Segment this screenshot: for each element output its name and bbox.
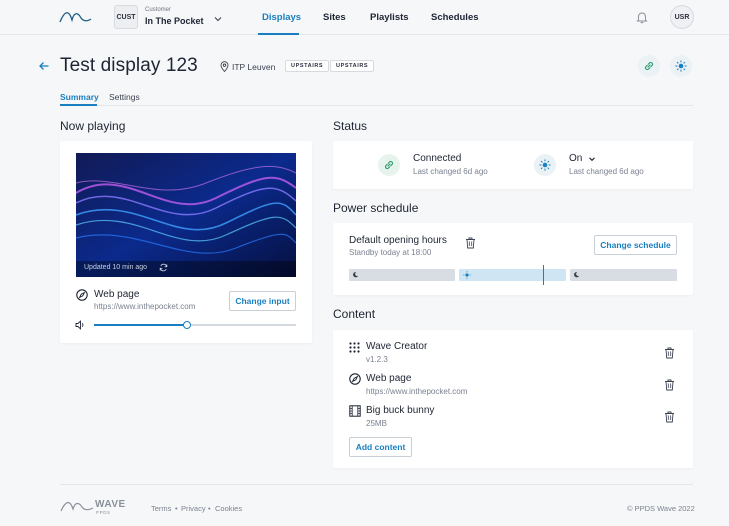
nav-displays[interactable]: Displays [262, 12, 301, 23]
power-schedule-heading: Power schedule [333, 201, 419, 215]
chevron-down-icon[interactable] [588, 155, 596, 163]
footer-link-terms[interactable]: Terms [151, 504, 171, 513]
footer-link-privacy[interactable]: Privacy [181, 504, 206, 513]
sun-icon [675, 60, 687, 72]
tabs-divider [60, 105, 693, 106]
content-item-sub: https://www.inthepocket.com [366, 387, 468, 396]
top-navigation-bar [0, 0, 729, 35]
schedule-now-marker [543, 265, 544, 285]
schedule-standby-info: Standby today at 18:00 [349, 248, 432, 257]
customer-label: Customer [145, 7, 172, 13]
user-avatar[interactable]: USR [670, 5, 694, 29]
link-icon [384, 160, 394, 170]
trash-icon[interactable] [465, 237, 476, 249]
film-icon [349, 405, 361, 417]
now-playing-heading: Now playing [60, 119, 126, 133]
footer-divider [60, 484, 693, 485]
link-button[interactable] [638, 55, 660, 77]
wave-artwork [76, 153, 296, 277]
sun-icon [463, 271, 471, 279]
trash-icon[interactable] [664, 379, 675, 391]
customer-name[interactable]: In The Pocket [145, 16, 204, 26]
volume-icon[interactable] [75, 320, 86, 330]
schedule-standby-segment[interactable] [570, 269, 677, 281]
tag-badge: UPSTAIRS [285, 60, 330, 72]
tab-active-indicator [60, 104, 97, 106]
link-icon [644, 61, 654, 71]
trash-icon[interactable] [664, 347, 675, 359]
power-state-dropdown[interactable]: On [569, 153, 582, 164]
connection-status: Connected [413, 153, 462, 164]
change-input-button[interactable]: Change input [229, 291, 296, 311]
grid-icon [349, 342, 360, 353]
content-item-sub: 25MB [366, 419, 387, 428]
power-last-changed: Last changed 6d ago [569, 167, 644, 176]
schedule-on-segment[interactable] [459, 269, 566, 281]
content-item-name[interactable]: Wave Creator [366, 341, 427, 352]
footer-separator: • [175, 504, 178, 513]
schedule-name: Default opening hours [349, 235, 447, 246]
footer-separator: • [208, 504, 211, 513]
change-schedule-button[interactable]: Change schedule [594, 235, 677, 255]
moon-icon [574, 271, 580, 278]
wave-logo [60, 501, 94, 512]
volume-slider-fill [94, 324, 187, 326]
refresh-icon[interactable] [159, 263, 168, 272]
updated-timestamp: Updated 10 min ago [84, 264, 148, 271]
power-status-icon-wrap [534, 154, 556, 176]
nav-active-indicator [258, 33, 299, 35]
trash-icon[interactable] [664, 411, 675, 423]
power-button[interactable] [670, 55, 692, 77]
location-label: ITP Leuven [232, 62, 276, 72]
connection-status-icon-wrap [378, 154, 400, 176]
add-content-button[interactable]: Add content [349, 437, 412, 457]
back-arrow-icon[interactable] [38, 60, 50, 72]
input-url: https://www.inthepocket.com [94, 302, 196, 311]
compass-icon [76, 289, 88, 301]
tab-settings[interactable]: Settings [109, 92, 140, 102]
wave-logo[interactable] [59, 8, 92, 26]
content-item-name[interactable]: Big buck bunny [366, 405, 434, 416]
content-item-sub: v1.2.3 [366, 355, 388, 364]
nav-sites[interactable]: Sites [323, 12, 346, 23]
tag-badge: UPSTAIRS [330, 60, 375, 72]
preview-image [76, 153, 296, 277]
footer-brand-sub: PPDS [96, 510, 111, 515]
connection-last-changed: Last changed 6d ago [413, 167, 488, 176]
page-title: Test display 123 [60, 55, 198, 76]
chevron-down-icon[interactable] [214, 15, 222, 23]
content-item-name[interactable]: Web page [366, 373, 411, 384]
nav-playlists[interactable]: Playlists [370, 12, 409, 23]
bell-icon[interactable] [635, 10, 649, 24]
status-heading: Status [333, 119, 368, 133]
tab-summary[interactable]: Summary [60, 92, 99, 102]
compass-icon [349, 373, 361, 385]
footer-copyright: © PPDS Wave 2022 [627, 504, 695, 513]
footer-brand: WAVE [95, 499, 126, 510]
customer-avatar[interactable]: CUST [114, 5, 138, 29]
schedule-standby-segment[interactable] [349, 269, 455, 281]
power-schedule-card [333, 223, 693, 295]
location-pin-icon [220, 61, 229, 72]
content-heading: Content [333, 307, 376, 321]
nav-schedules[interactable]: Schedules [431, 12, 479, 23]
volume-slider-handle[interactable] [183, 321, 191, 329]
input-name: Web page [94, 289, 140, 300]
sun-icon [539, 159, 551, 171]
moon-icon [353, 271, 359, 278]
footer-link-cookies[interactable]: Cookies [215, 504, 242, 513]
